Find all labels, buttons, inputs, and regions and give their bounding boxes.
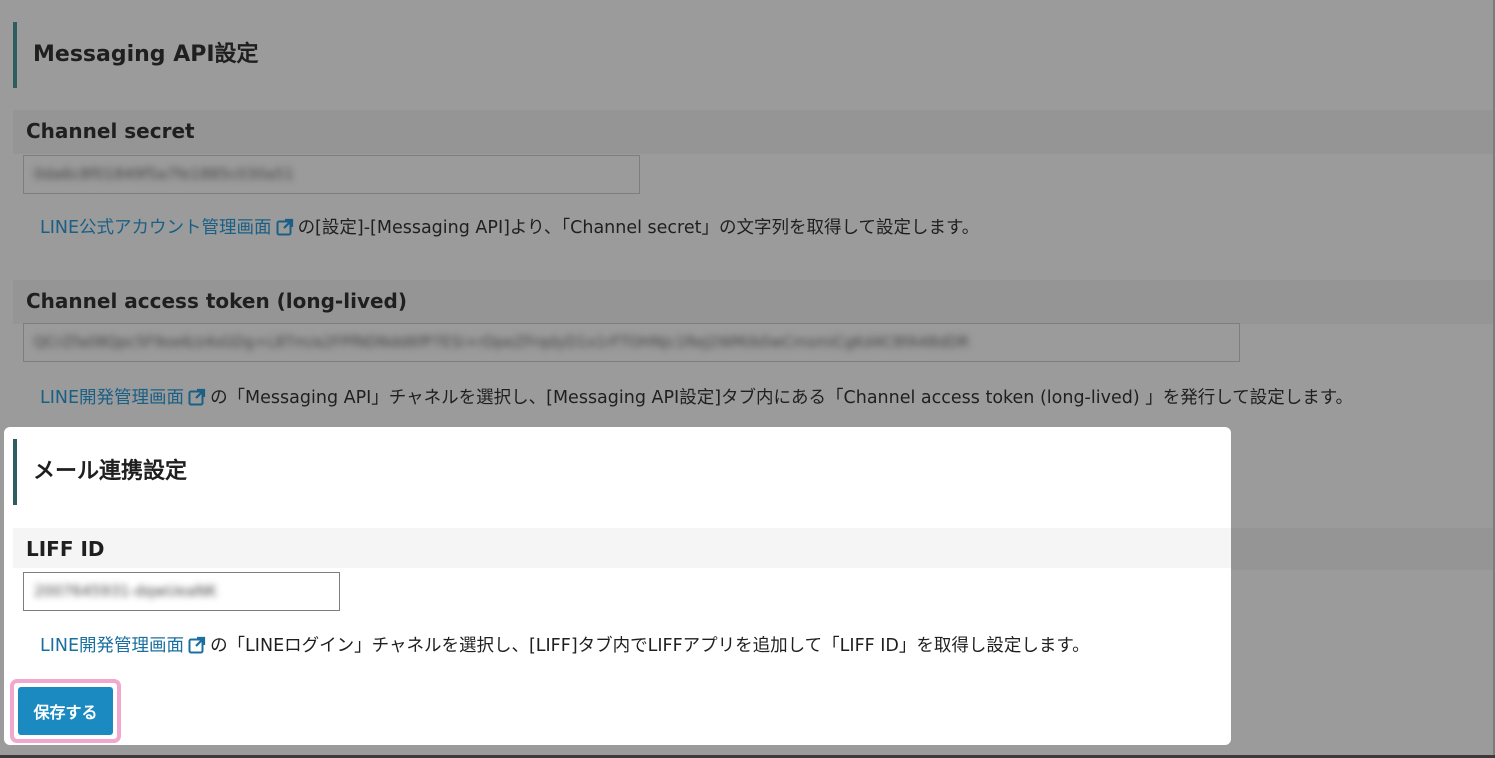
save-button-highlight: 保存する [10, 679, 121, 743]
channel-secret-help: LINE公式アカウント管理画面 の[設定]-[Messaging API]より、「… [40, 218, 980, 238]
liff-id-band [13, 528, 1231, 568]
liff-id-label: LIFF ID [26, 537, 105, 561]
access-token-help: LINE開発管理画面 の「Messaging API」チャネルを選択し、[Mess… [40, 388, 1353, 408]
external-link-icon[interactable] [188, 636, 206, 654]
mail-settings-section-title: メール連携設定 [13, 439, 187, 505]
external-link-icon[interactable] [276, 218, 294, 236]
access-token-label: Channel access token (long-lived) [26, 289, 408, 313]
external-link-icon[interactable] [188, 388, 206, 406]
save-button[interactable]: 保存する [18, 687, 113, 735]
channel-secret-band [13, 110, 1495, 154]
channel-secret-label: Channel secret [26, 119, 195, 143]
channel-secret-input[interactable]: 0da6c8f01849f5a7fe1885c030a51 [23, 155, 640, 194]
line-developers-link[interactable]: LINE開発管理画面 [40, 388, 184, 408]
line-official-account-link[interactable]: LINE公式アカウント管理画面 [40, 218, 272, 238]
liff-id-help: LINE開発管理画面 の「LINEログイン」チャネルを選択し、[LIFF]タブ内で… [40, 636, 1090, 656]
messaging-api-section-title: Messaging API設定 [13, 22, 259, 88]
liff-id-input[interactable]: 2007645931-dqwUeaNK [23, 572, 340, 611]
mail-settings-card: メール連携設定 LIFF ID 2007645931-dqwUeaNK LINE… [4, 427, 1231, 745]
access-token-input[interactable]: QCrZfa08Qpc5F9oe6/z4sGDg+L8Tm/a2FPfNDNdd… [23, 323, 1240, 362]
line-developers-link[interactable]: LINE開発管理画面 [40, 636, 184, 656]
